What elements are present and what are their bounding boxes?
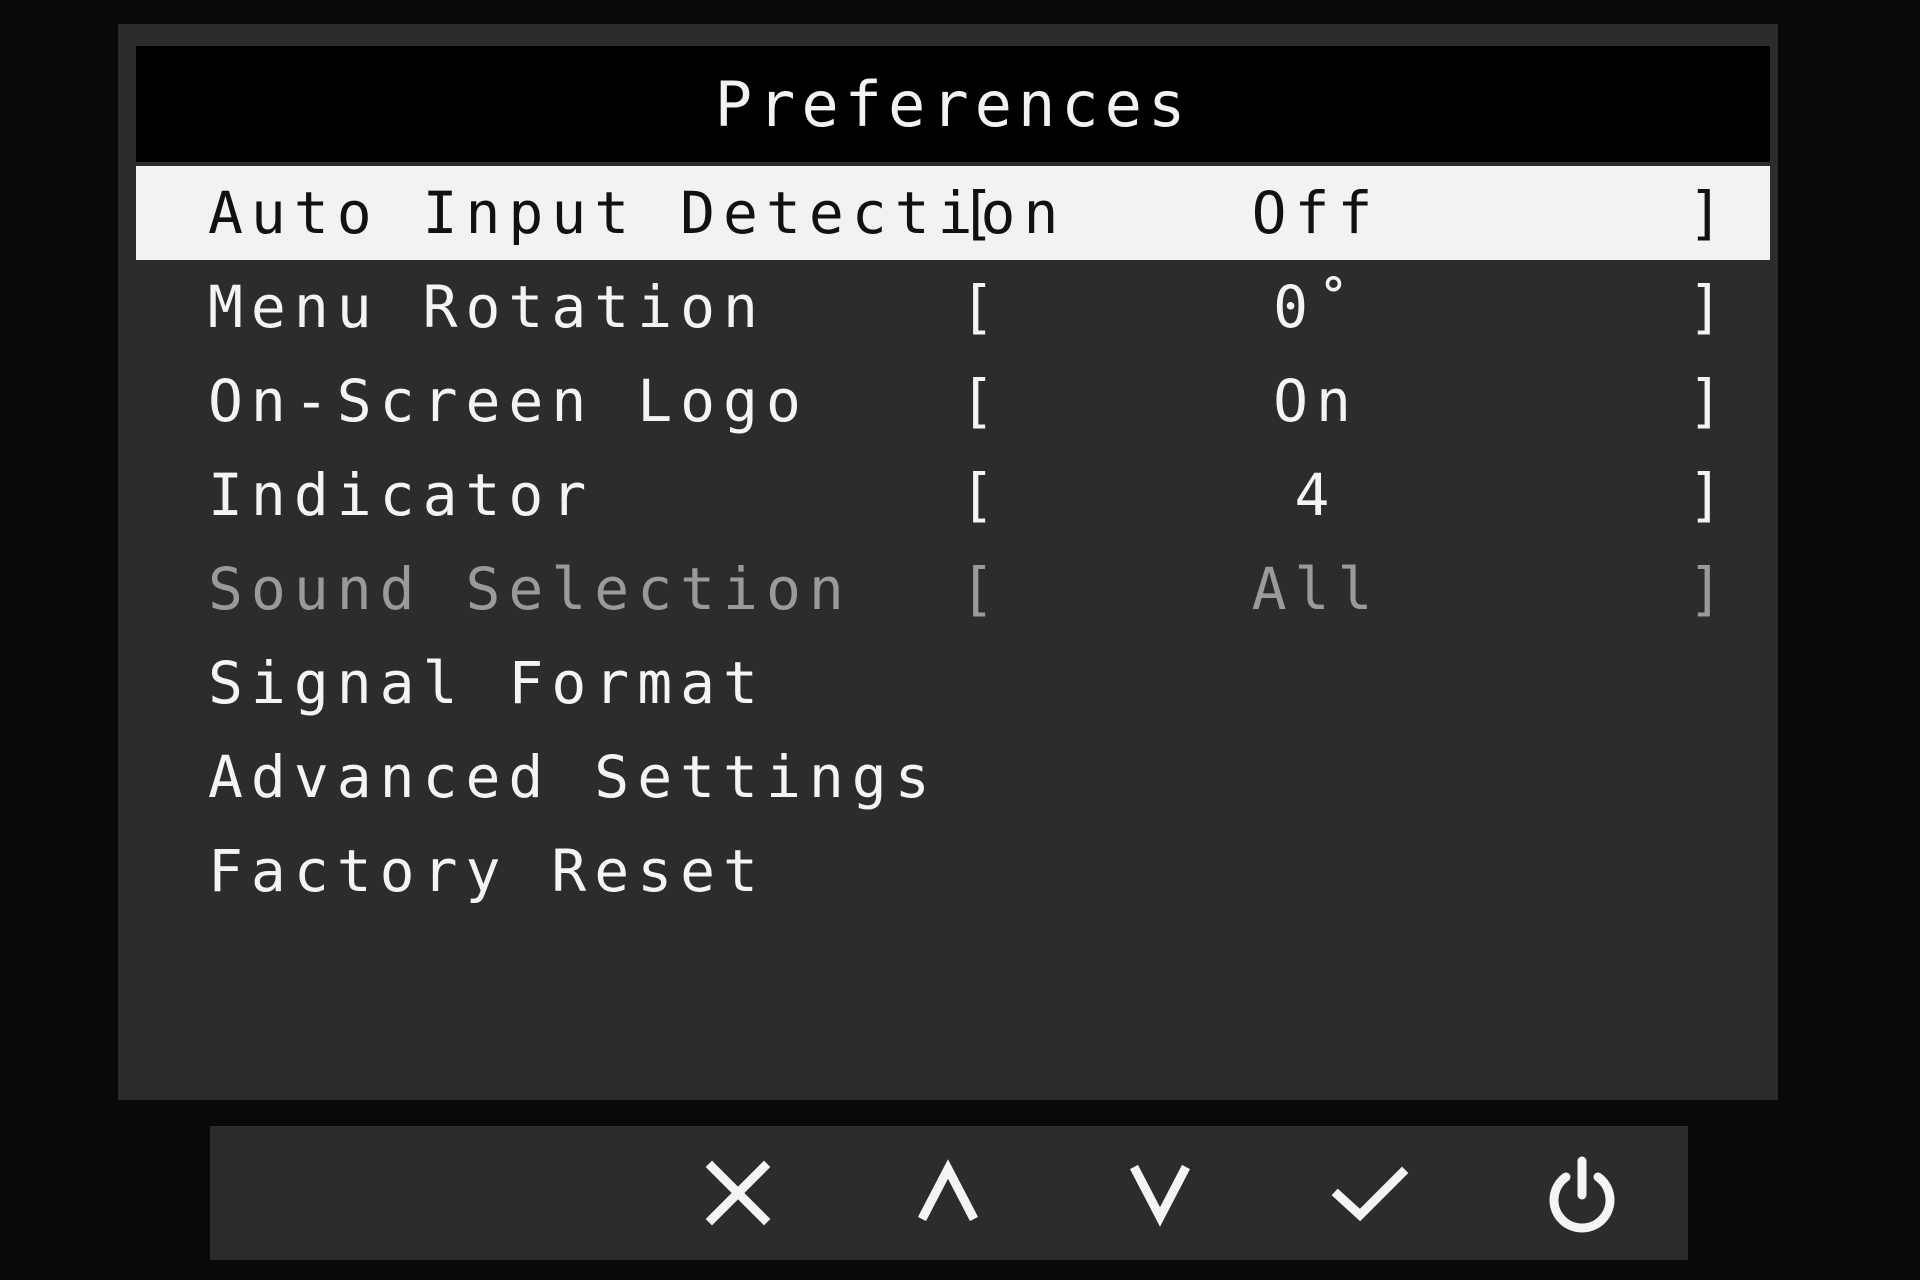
menu-item-factory-reset[interactable]: Factory Reset (136, 824, 1770, 918)
value-bracket-close: ] (1688, 367, 1731, 435)
menu-item-value: 4 (1294, 461, 1338, 529)
menu-item-signal-format[interactable]: Signal Format (136, 636, 1770, 730)
menu-header: Preferences (136, 46, 1770, 162)
control-button-bar (210, 1126, 1688, 1260)
menu-item-value: All (1251, 555, 1381, 623)
value-bracket-open: [ (960, 179, 1003, 247)
value-bracket-close: ] (1688, 555, 1731, 623)
menu-item-advanced-settings[interactable]: Advanced Settings (136, 730, 1770, 824)
menu-item-value: 0˚ (1273, 273, 1359, 341)
menu-item-value: On (1273, 367, 1359, 435)
menu-item-value: Off (1251, 179, 1381, 247)
page-title: Preferences (714, 67, 1192, 141)
menu-item-label: Indicator (208, 461, 595, 529)
menu-item-indicator[interactable]: Indicator [ 4 ] (136, 448, 1770, 542)
power-icon (1549, 1156, 1615, 1233)
menu-item-label: Sound Selection (208, 555, 852, 623)
menu-item-label: On-Screen Logo (208, 367, 809, 435)
value-bracket-open: [ (960, 367, 1003, 435)
close-icon (705, 1160, 771, 1226)
menu-item-label: Menu Rotation (208, 273, 766, 341)
down-button[interactable] (1112, 1148, 1208, 1238)
osd-menu-panel: Preferences Auto Input Detection [ Off ]… (118, 24, 1778, 1100)
value-bracket-close: ] (1688, 179, 1731, 247)
chevron-down-icon (1130, 1164, 1190, 1227)
menu-item-label: Factory Reset (208, 837, 766, 905)
value-bracket-open: [ (960, 555, 1003, 623)
close-button[interactable] (690, 1148, 786, 1238)
chevron-up-icon (918, 1159, 978, 1222)
menu-list: Auto Input Detection [ Off ] Menu Rotati… (136, 166, 1770, 918)
up-button[interactable] (900, 1148, 996, 1238)
value-bracket-open: [ (960, 461, 1003, 529)
menu-item-auto-input-detection[interactable]: Auto Input Detection [ Off ] (136, 166, 1770, 260)
menu-item-label: Advanced Settings (208, 743, 938, 811)
menu-item-sound-selection: Sound Selection [ All ] (136, 542, 1770, 636)
value-bracket-close: ] (1688, 461, 1731, 529)
power-button[interactable] (1534, 1148, 1630, 1238)
confirm-button[interactable] (1322, 1148, 1418, 1238)
menu-item-label: Auto Input Detection (208, 179, 1067, 247)
menu-item-on-screen-logo[interactable]: On-Screen Logo [ On ] (136, 354, 1770, 448)
menu-item-label: Signal Format (208, 649, 766, 717)
value-bracket-open: [ (960, 273, 1003, 341)
menu-item-menu-rotation[interactable]: Menu Rotation [ 0˚ ] (136, 260, 1770, 354)
value-bracket-close: ] (1688, 273, 1731, 341)
checkmark-icon (1331, 1166, 1409, 1222)
